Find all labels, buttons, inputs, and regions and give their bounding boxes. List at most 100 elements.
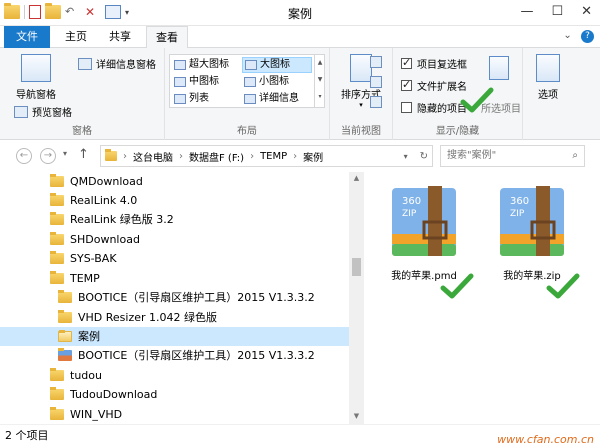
tree-item[interactable]: VHD Resizer 1.042 绿色版 [0, 308, 217, 327]
gallery-scroll[interactable]: ▲ ▼ ▾ [314, 54, 325, 108]
tab-share[interactable]: 共享 [100, 26, 140, 48]
tree-item-label: WIN_VHD [70, 408, 123, 421]
tree-item-label: QMDownload [70, 175, 143, 188]
scrollbar-thumb[interactable] [352, 258, 361, 276]
layout-medium-icons[interactable]: 中图标 [172, 74, 240, 90]
title-bar: ↶ ✕ ▾ 案例 — ☐ ✕ [0, 0, 600, 26]
breadcrumb-temp[interactable]: TEMP [260, 151, 287, 162]
chevron-right-icon: › [293, 150, 298, 162]
layout-extra-large-icons[interactable]: 超大图标 [172, 57, 240, 73]
layout-list[interactable]: 列表 [172, 91, 240, 107]
tree-item-label: BOOTICE（引导扇区维护工具）2015 V1.3.3.2 [78, 349, 315, 362]
scroll-up-icon[interactable]: ▲ [352, 174, 361, 182]
ribbon-right-controls: ⌄ ? [563, 30, 594, 43]
file-extensions-toggle[interactable]: 文件扩展名 [401, 78, 467, 93]
search-icon[interactable]: ⌕ [572, 146, 578, 166]
tab-home[interactable]: 主页 [56, 26, 96, 48]
tab-file[interactable]: 文件 [4, 26, 50, 48]
breadcrumb-current[interactable]: 案例 [303, 149, 323, 164]
breadcrumb-drive[interactable]: 数据盘F (F:) [189, 149, 244, 164]
search-input[interactable]: 搜索"案例" ⌕ [440, 145, 585, 167]
checkbox[interactable] [401, 78, 412, 91]
options-icon [536, 54, 560, 82]
show-hide-group: 项目复选框 文件扩展名 隐藏的项目 所选项目 显示/隐藏 [393, 48, 523, 140]
tree-item-label: SYS-BAK [70, 252, 117, 265]
layout-label: 大图标 [260, 59, 290, 70]
forward-button[interactable]: → [40, 148, 56, 164]
folder-icon [50, 387, 64, 400]
file-item[interactable]: 360 ZIP 我的苹果.pmd [370, 182, 478, 282]
layout-large-icons[interactable]: 大图标 [242, 57, 312, 73]
small-icons-icon [244, 77, 256, 87]
item-checkboxes-toggle[interactable]: 项目复选框 [401, 56, 467, 71]
brand-mark: ZIP [402, 209, 417, 219]
chevron-down-icon[interactable]: ⌄ [563, 30, 571, 41]
address-bar[interactable]: › 这台电脑 › 数据盘F (F:) › TEMP › 案例 ▾ ↻ [100, 145, 433, 167]
size-columns-button[interactable] [370, 96, 382, 108]
extra-large-icons-icon [174, 60, 186, 70]
checkmark-icon [440, 273, 474, 299]
tree-item-selected[interactable]: 案例 [0, 327, 349, 346]
back-button[interactable]: ← [16, 148, 32, 164]
chevron-down-icon[interactable]: ▾ [63, 149, 67, 158]
medium-icons-icon [174, 77, 186, 87]
tree-item[interactable]: SHDownload [0, 230, 140, 249]
status-bar: 2 个项目 www.cfan.com.cn [0, 424, 600, 448]
preview-pane-button[interactable]: 预览窗格 [14, 104, 72, 119]
file-item[interactable]: 360 ZIP 我的苹果.zip [478, 182, 586, 282]
preview-pane-label: 预览窗格 [32, 108, 72, 119]
layout-details[interactable]: 详细信息 [242, 91, 312, 107]
item-count: 2 个项目 [5, 429, 49, 442]
checkbox[interactable] [401, 102, 412, 113]
folder-icon [50, 368, 64, 381]
maximize-button[interactable]: ☐ [551, 4, 563, 19]
close-button[interactable]: ✕ [581, 4, 592, 19]
checkmark-icon [460, 87, 494, 113]
details-pane-icon [78, 57, 92, 70]
layout-gallery: 超大图标 大图标 中图标 小图标 列表 详细信息 [169, 54, 325, 108]
tree-scrollbar[interactable]: ▲ ▼ [349, 172, 364, 424]
tree-item-label: 案例 [78, 330, 100, 343]
tree-item-label: RealLink 绿色版 3.2 [70, 213, 174, 226]
tree-item[interactable]: RealLink 4.0 [0, 191, 137, 210]
folder-icon [50, 232, 64, 245]
details-pane-button[interactable]: 详细信息窗格 [78, 56, 156, 71]
tree-item-label: TEMP [70, 272, 100, 285]
group-by-button[interactable] [370, 56, 382, 68]
chevron-right-icon: › [179, 150, 183, 162]
layout-label: 小图标 [259, 76, 289, 87]
tree-item[interactable]: WIN_VHD [0, 405, 122, 424]
add-columns-button[interactable] [370, 76, 382, 88]
tree-item[interactable]: tudou [0, 366, 102, 385]
layout-small-icons[interactable]: 小图标 [242, 74, 312, 90]
breadcrumb-this-pc[interactable]: 这台电脑 [133, 149, 173, 164]
size-columns-icon [370, 96, 382, 108]
details-icon [244, 94, 256, 104]
up-button[interactable]: ↑ [78, 147, 89, 162]
add-columns-icon [370, 76, 382, 88]
tree-item-label: VHD Resizer 1.042 绿色版 [78, 311, 218, 324]
tree-item[interactable]: RealLink 绿色版 3.2 [0, 210, 174, 229]
tab-view[interactable]: 查看 [146, 26, 188, 49]
scroll-down-icon[interactable]: ▼ [352, 412, 361, 420]
brand-mark: ZIP [510, 209, 525, 219]
tree-item[interactable]: QMDownload [0, 172, 143, 191]
current-view-group: 排序方式 ▾ 当前视图 [330, 48, 393, 140]
navigation-tree: QMDownload RealLink 4.0 RealLink 绿色版 3.2… [0, 172, 366, 424]
tree-item[interactable]: SYS-BAK [0, 249, 117, 268]
checkbox[interactable] [401, 56, 412, 69]
nav-pane-button[interactable]: 导航窗格 [8, 54, 64, 101]
hidden-items-toggle[interactable]: 隐藏的项目 [401, 100, 467, 115]
help-icon[interactable]: ? [581, 30, 594, 43]
minimize-button[interactable]: — [520, 4, 533, 19]
tree-item-label: SHDownload [70, 233, 140, 246]
refresh-icon[interactable]: ↻ [420, 151, 428, 162]
tree-item[interactable]: BOOTICE（引导扇区维护工具）2015 V1.3.3.2 [0, 288, 315, 307]
brand-mark: 360 [510, 196, 529, 207]
options-button[interactable]: 选项 [528, 54, 568, 101]
tree-item[interactable]: BOOTICE（引导扇区维护工具）2015 V1.3.3.2 [0, 346, 315, 365]
hide-selected-button[interactable] [477, 56, 521, 84]
tree-item[interactable]: TudouDownload [0, 385, 157, 404]
tree-item[interactable]: TEMP [0, 269, 100, 288]
chevron-down-icon[interactable]: ▾ [404, 152, 408, 161]
